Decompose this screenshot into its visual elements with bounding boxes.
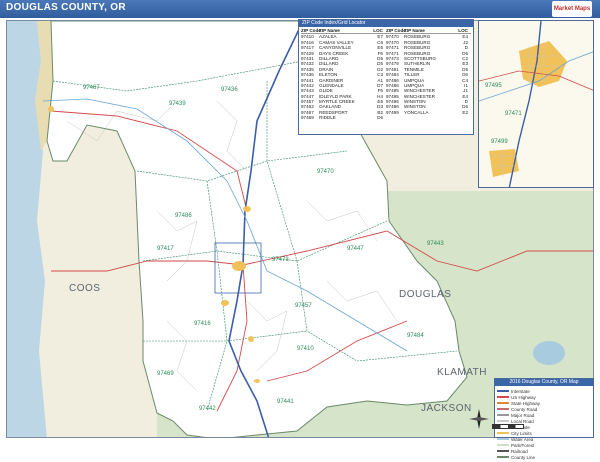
roseburg-inset-map[interactable]: 97495 97499 97471 [478,20,594,188]
legend-swatch [497,450,509,452]
county-label-klamath: KLAMATH [437,367,487,378]
zip-label: 97470 [317,169,334,175]
col-zip-name: ZIP Name [319,28,340,33]
zip-label: 97484 [407,333,424,339]
zip-label: 97442 [199,406,216,412]
zip-label: 97410 [297,346,314,352]
legend-label: Park/Forest [511,442,535,448]
zip-label: 97469 [157,371,174,377]
inset-zip-label: 97471 [505,111,522,117]
zip-label: 97443 [427,241,444,247]
legend-swatch [497,420,509,422]
map-title: DOUGLAS COUNTY, OR [6,2,126,13]
legend-label: US Highway [511,394,536,400]
col-zip-name: ZIP Name [404,28,425,33]
legend-label: State Highway [511,400,541,406]
legend-swatch [497,432,509,434]
zip-label: 97467 [83,85,100,91]
zip-label: 97439 [169,101,186,107]
zip-code-cell: 97499 [386,109,399,115]
zip-index-table: ZIP Code Index/Grid Locator ZIP Code ZIP… [298,19,474,135]
legend-swatch [497,396,509,398]
county-label-coos: COOS [69,283,101,294]
inset-canvas [479,21,593,187]
zip-index-row: 97469 RIDDLE D6 [301,115,386,120]
legend-swatch [497,444,509,446]
brand-logo[interactable]: Market Maps [552,1,592,17]
col-loc: LOC [458,28,468,33]
scale-bar [492,424,524,429]
zip-loc-cell: D6 [377,115,383,121]
zip-label: 97441 [277,399,294,405]
col-loc: LOC [373,28,383,33]
legend-label: Major Road [511,412,535,418]
zip-index-title: ZIP Code Index/Grid Locator [299,20,473,27]
col-zip-code: ZIP Code [301,28,321,33]
legend-item: County Line [497,454,545,460]
zip-loc-cell: E2 [462,109,468,115]
zip-label: 97473 [272,257,289,263]
legend-swatch [497,456,509,458]
county-label-douglas: DOUGLAS [399,289,452,300]
zip-label: 97447 [347,246,364,252]
county-label-jackson: JACKSON [421,403,472,414]
zip-column-right: ZIP Code ZIP Name LOC 97470 ROSEBURG E4 974… [386,28,471,121]
zip-index-row: 97499 YONCALLA E2 [386,110,471,115]
legend-label: Local Road [511,418,534,424]
legend-title: 2016 Douglas County, OR Map [495,379,593,386]
legend-label: City Limits [511,430,532,436]
legend-label: Water Area [511,436,534,442]
zip-code-cell: 97469 [301,115,314,121]
legend-swatch [497,390,509,392]
legend-label: Interstate [511,388,530,394]
zip-label: 97486 [175,213,192,219]
legend-swatch [497,414,509,416]
inset-zip-label: 97495 [485,83,502,89]
compass-rose-icon [469,409,489,429]
zip-name-cell: RIDDLE [319,115,336,121]
legend-swatch [497,402,509,404]
zip-label: 97416 [194,321,211,327]
title-bar: DOUGLAS COUNTY, OR Market Maps [0,0,600,18]
zip-column-left: ZIP Code ZIP Name LOC 97410 AZALEA E7 97416… [301,28,386,121]
legend-label: Railroad [511,448,528,454]
zip-label: 97417 [157,246,174,252]
legend-label: County Road [511,406,538,412]
zip-label: 97436 [221,87,238,93]
inset-zip-label: 97499 [491,139,508,145]
legend-swatch [497,408,509,410]
col-zip-code: ZIP Code [386,28,406,33]
zip-name-cell: YONCALLA [404,109,429,115]
logo-text: Market Maps [553,6,591,12]
map-legend: 2016 Douglas County, OR Map Interstate US… [494,378,594,460]
zip-label: 97457 [295,303,312,309]
legend-label: County Line [511,454,536,460]
legend-swatch [497,438,509,440]
lake [533,341,565,365]
